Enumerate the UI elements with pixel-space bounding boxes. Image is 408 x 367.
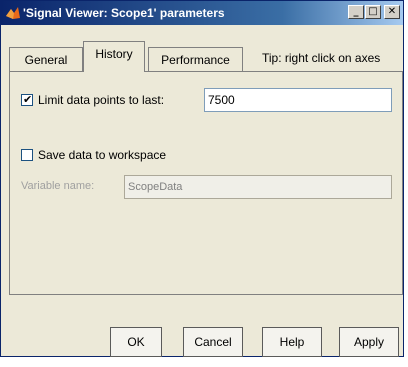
window-title: 'Signal Viewer: Scope1' parameters [23,6,225,20]
limit-data-label: Limit data points to last: [38,93,165,107]
save-data-checkbox[interactable] [21,149,33,161]
variable-name-input[interactable]: ScopeData [124,175,392,199]
apply-button[interactable]: Apply [339,327,399,357]
tab-general-label: General [24,53,68,67]
maximize-icon: □ [368,6,378,17]
minimize-button[interactable]: _ [348,5,364,19]
tab-performance[interactable]: Performance [148,47,243,72]
tip-text: Tip: right click on axes [262,51,381,65]
help-button[interactable]: Help [262,327,322,357]
variable-name-label: Variable name: [21,180,95,192]
close-button[interactable]: ✕ [384,5,400,19]
ok-button[interactable]: OK [110,327,162,357]
cancel-button[interactable]: Cancel [183,327,243,357]
checkmark-icon: ✔ [23,93,33,106]
save-data-label: Save data to workspace [38,148,167,162]
limit-data-input[interactable]: 7500 [204,88,392,112]
tab-general[interactable]: General [9,47,83,72]
tab-history[interactable]: History [83,41,145,72]
close-icon: ✕ [387,6,397,17]
maximize-button[interactable]: □ [365,5,381,19]
tab-performance-label: Performance [161,53,230,67]
title-bar[interactable]: 'Signal Viewer: Scope1' parameters _ □ ✕ [1,1,403,25]
matlab-logo-icon [6,7,20,19]
minimize-icon: _ [353,6,359,17]
tab-history-label: History [95,47,133,61]
limit-data-checkbox[interactable]: ✔ [21,93,33,106]
parameters-dialog: 'Signal Viewer: Scope1' parameters _ □ ✕… [0,0,404,357]
